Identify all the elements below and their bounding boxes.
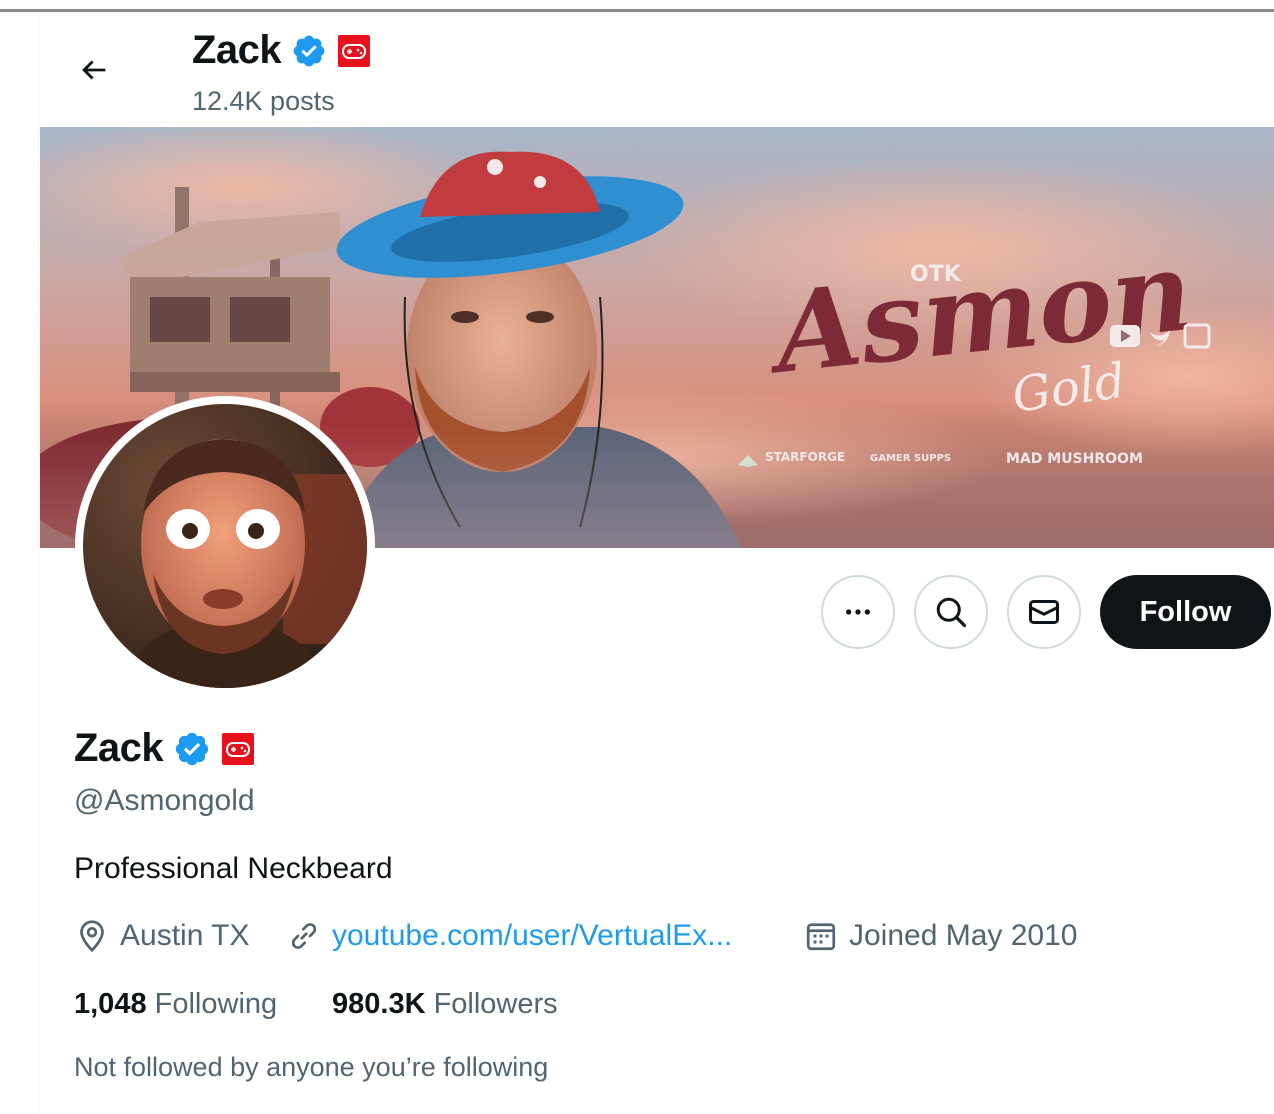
profile-bio: Professional Neckbeard (74, 852, 393, 885)
verified-badge-icon[interactable] (291, 33, 327, 69)
following-count: 1,048 (74, 988, 147, 1020)
location-text: Austin TX (120, 919, 250, 952)
mutual-followers-note: Not followed by anyone you’re following (74, 1052, 549, 1082)
more-button[interactable] (821, 575, 895, 649)
following-label: Following (154, 988, 278, 1020)
column-divider (38, 15, 39, 1114)
header-title: Zack (192, 28, 371, 73)
location-pin-icon (80, 920, 104, 953)
location: Austin TX (74, 918, 250, 954)
search-icon (936, 597, 967, 628)
search-button[interactable] (914, 575, 988, 649)
more-icon (846, 609, 870, 615)
header-display-name: Zack (192, 28, 282, 72)
followers-count: 980.3K (332, 988, 426, 1020)
website: youtube.com/user/VertualEx... (286, 918, 732, 954)
user-handle: @Asmongold (74, 784, 255, 817)
calendar-icon (806, 923, 836, 951)
browser-top-edge (0, 0, 1274, 12)
join-date: Joined May 2010 (803, 918, 1078, 954)
message-button[interactable] (1007, 575, 1081, 649)
back-button[interactable] (62, 42, 126, 98)
post-count: 12.4K posts (192, 86, 335, 116)
gamepad-badge-icon[interactable] (221, 732, 255, 766)
followers-label: Followers (433, 988, 558, 1020)
back-arrow-icon (82, 60, 106, 80)
join-date-text: Joined May 2010 (849, 919, 1078, 952)
mail-icon (1029, 600, 1059, 624)
avatar-photo (83, 404, 367, 688)
website-link[interactable]: youtube.com/user/VertualEx... (332, 919, 732, 953)
link-icon (291, 923, 317, 949)
profile-avatar[interactable] (75, 396, 375, 696)
following-link[interactable]: 1,048 Following (74, 988, 277, 1021)
gamepad-badge-icon[interactable] (337, 34, 371, 68)
profile-name-row: Zack (74, 726, 255, 771)
follow-button[interactable]: Follow (1100, 575, 1271, 649)
followers-link[interactable]: 980.3K Followers (332, 988, 558, 1021)
display-name: Zack (74, 726, 164, 770)
verified-badge-icon[interactable] (173, 730, 211, 768)
